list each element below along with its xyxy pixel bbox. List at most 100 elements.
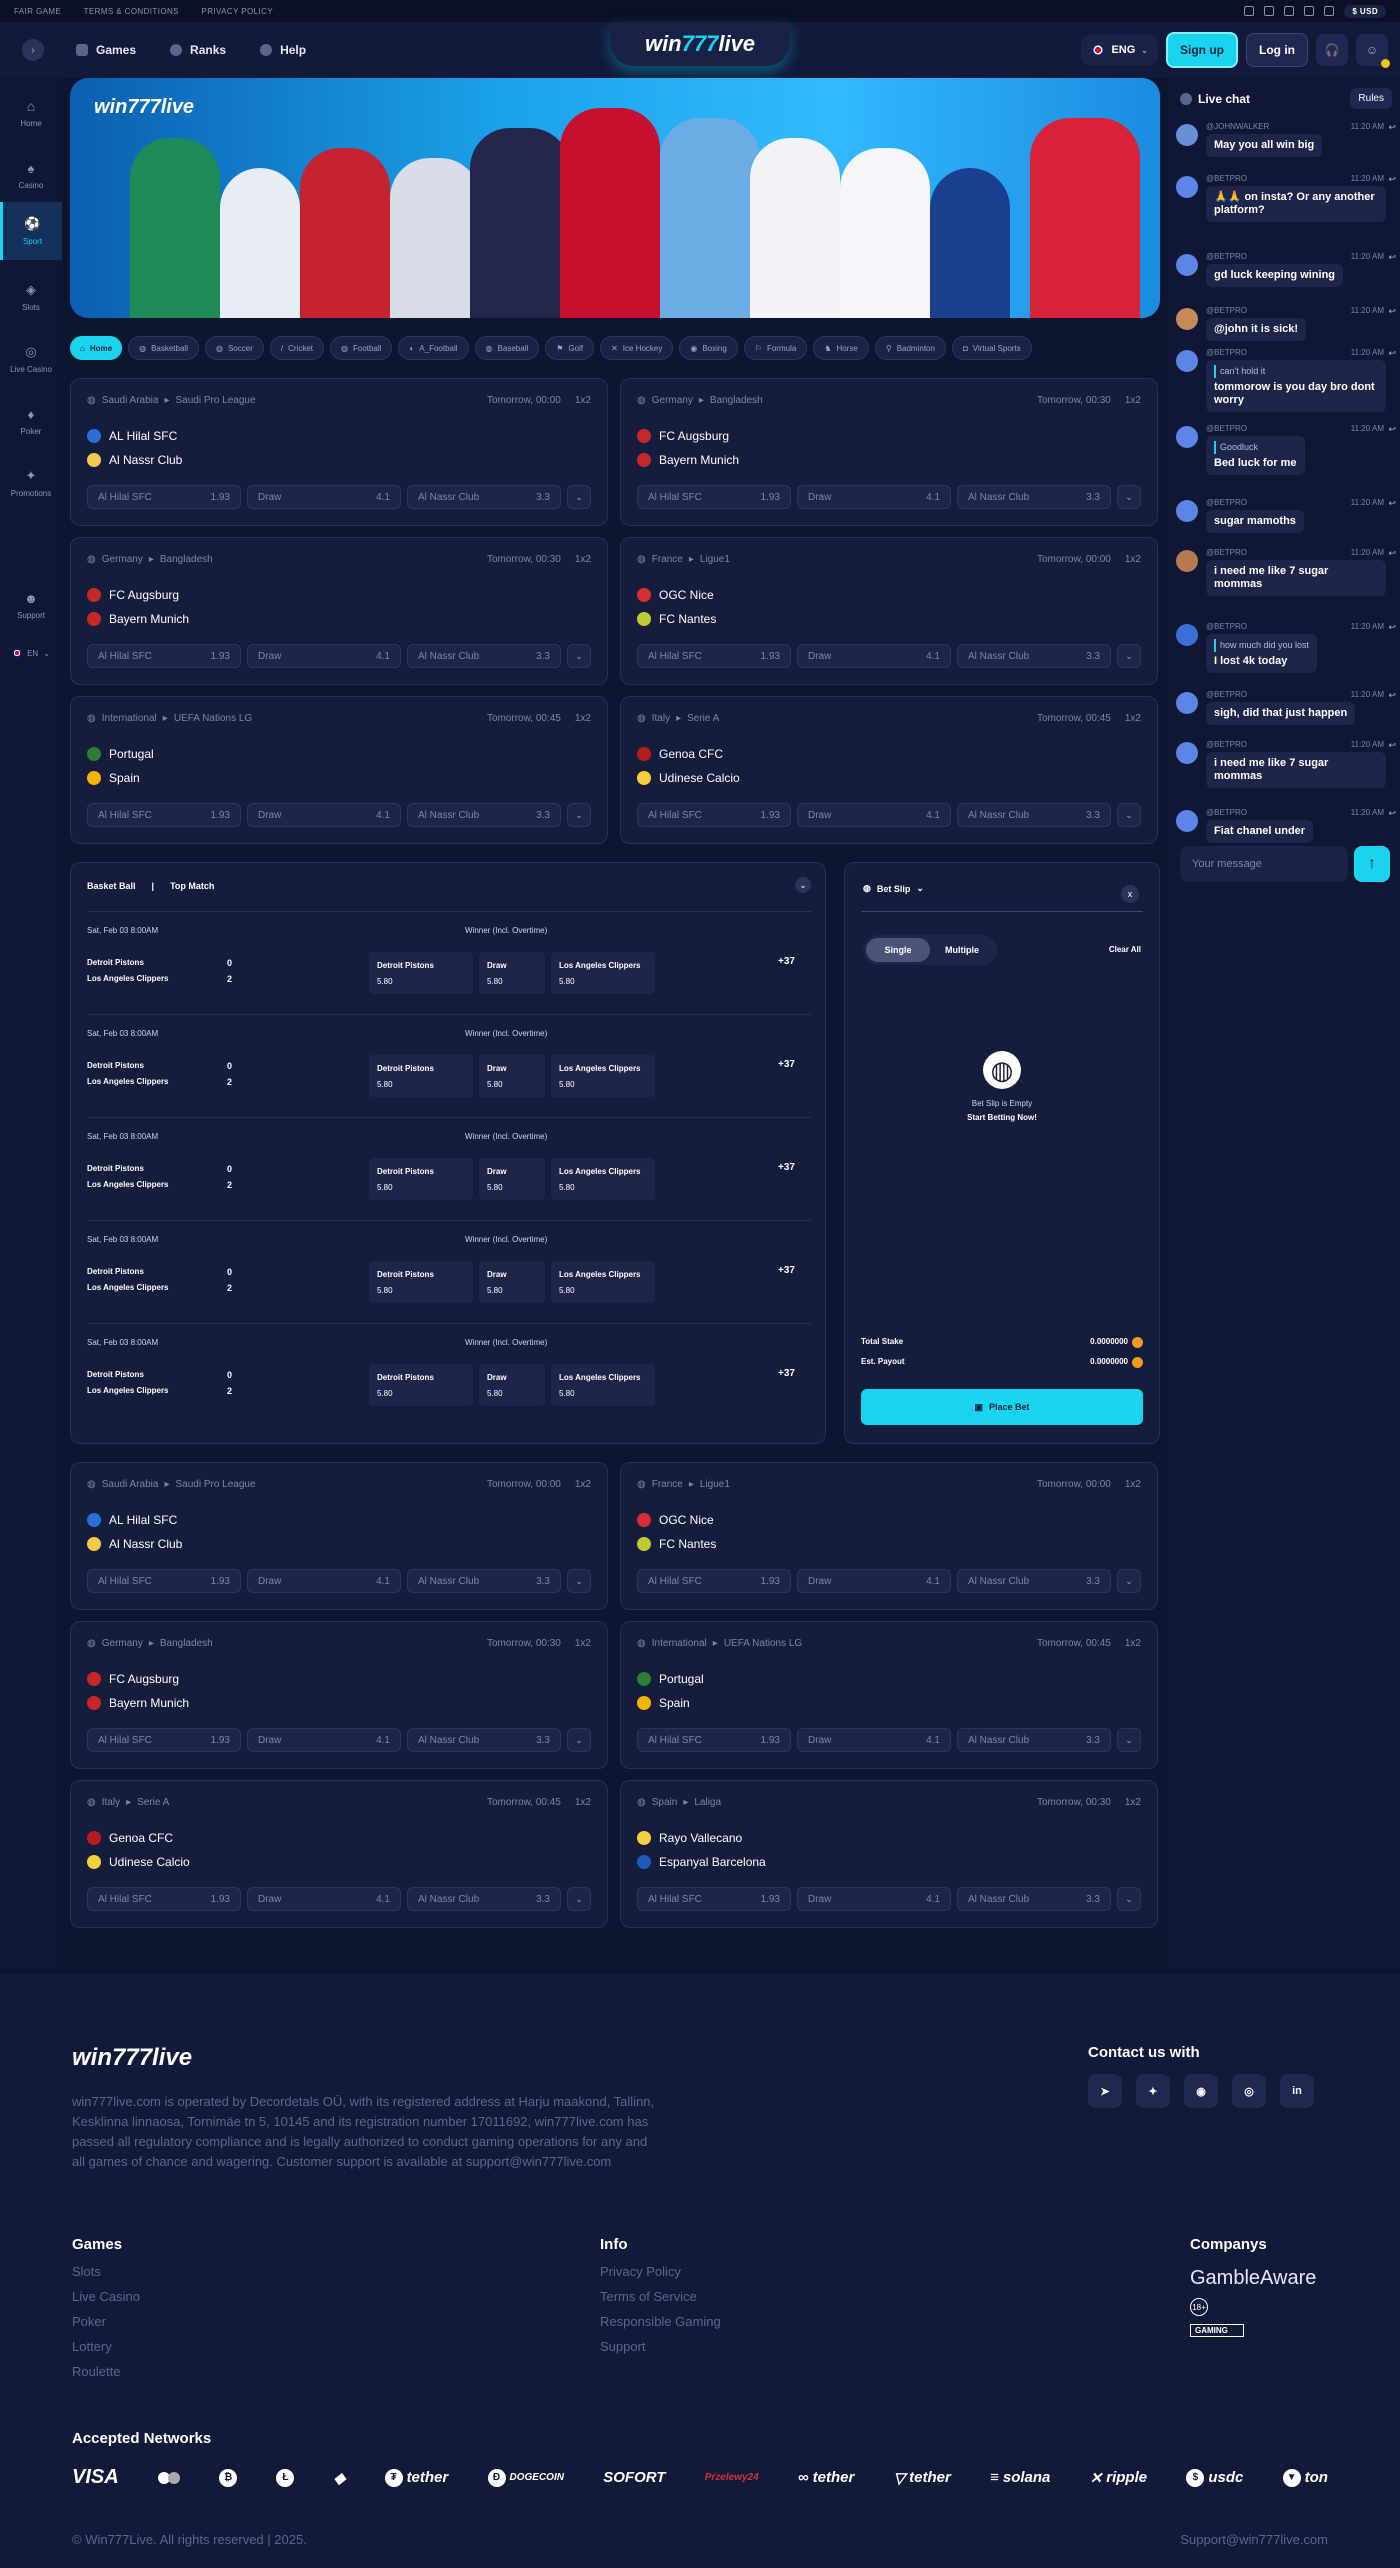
chevron-down-icon[interactable]: ⌄ bbox=[1117, 1887, 1141, 1911]
multiple-tab[interactable]: Multiple bbox=[930, 945, 994, 955]
odd-away-button[interactable]: Los Angeles Clippers 5.80 bbox=[551, 1261, 655, 1303]
odd-away-button[interactable]: Al Nassr Club 3.3 bbox=[407, 644, 561, 668]
reply-icon[interactable]: ↩ bbox=[1388, 122, 1396, 133]
hero-banner[interactable]: win777live bbox=[70, 78, 1160, 318]
chip-cricket[interactable]: / Cricket bbox=[269, 336, 324, 360]
bet-slip-header[interactable]: ◍ Bet Slip ⌄ bbox=[863, 883, 924, 894]
gaming-logo[interactable]: GAMING bbox=[1190, 2324, 1244, 2337]
odd-home-button[interactable]: Al Hilal SFC 1.93 bbox=[637, 1728, 791, 1752]
language-select[interactable]: ENG ⌄ bbox=[1081, 35, 1158, 65]
odd-draw-button[interactable]: Draw 4.1 bbox=[797, 803, 951, 827]
odd-home-button[interactable]: Al Hilal SFC 1.93 bbox=[637, 644, 791, 668]
odd-home-button[interactable]: Detroit Pistons 5.80 bbox=[369, 1158, 473, 1200]
odd-draw-button[interactable]: Draw 4.1 bbox=[797, 644, 951, 668]
privacy-link[interactable]: PRIVACY POLICY bbox=[202, 7, 274, 16]
chat-message-input[interactable]: Your message bbox=[1180, 846, 1348, 882]
headset-icon[interactable]: 🎧 bbox=[1316, 34, 1348, 66]
chip-formula[interactable]: ⚐ Formula bbox=[743, 336, 808, 360]
odd-draw-button[interactable]: Draw 4.1 bbox=[247, 485, 401, 509]
footer-logo[interactable]: win777live bbox=[72, 2044, 192, 2072]
chevron-down-icon[interactable]: ⌄ bbox=[1117, 485, 1141, 509]
odd-home-button[interactable]: Al Hilal SFC 1.93 bbox=[87, 803, 241, 827]
footer-link-lottery[interactable]: Lottery bbox=[72, 2334, 140, 2359]
chip-horse[interactable]: ♞ Horse bbox=[813, 336, 869, 360]
chevron-down-icon[interactable]: ⌄ bbox=[567, 803, 591, 827]
reply-icon[interactable]: ↩ bbox=[1388, 498, 1396, 509]
chevron-down-icon[interactable]: ⌄ bbox=[567, 485, 591, 509]
chip-a-football[interactable]: ◐ A_Football bbox=[398, 336, 469, 360]
chevron-down-icon[interactable]: ⌄ bbox=[567, 1728, 591, 1752]
support-email-link[interactable]: Support@win777live.com bbox=[1180, 2532, 1328, 2547]
fair-game-link[interactable]: FAIR GAME bbox=[14, 7, 61, 16]
chip-golf[interactable]: ⚑ Golf bbox=[545, 336, 595, 360]
odd-draw-button[interactable]: Draw 5.80 bbox=[479, 1055, 545, 1097]
nav-help[interactable]: Help bbox=[260, 43, 306, 57]
footer-link-terms[interactable]: Terms of Service bbox=[600, 2284, 721, 2309]
odd-draw-button[interactable]: Draw 4.1 bbox=[247, 1569, 401, 1593]
match-card[interactable]: ◍ Germany ▸ Bangladesh Tomorrow, 00:30 1x2 FC… bbox=[70, 537, 608, 685]
instagram-icon[interactable]: ◎ bbox=[1232, 2074, 1266, 2108]
chevron-down-icon[interactable]: ⌄ bbox=[1117, 1569, 1141, 1593]
odd-away-button[interactable]: Al Nassr Club 3.3 bbox=[407, 1569, 561, 1593]
more-markets-link[interactable]: +37 bbox=[778, 1368, 795, 1379]
sidebar-item-sport[interactable]: ⚽ Sport bbox=[0, 202, 62, 260]
discord-icon[interactable] bbox=[1324, 6, 1335, 16]
currency-select[interactable]: $ USD bbox=[1344, 4, 1386, 18]
odd-draw-button[interactable]: Draw 4.1 bbox=[247, 644, 401, 668]
odd-away-button[interactable]: Al Nassr Club 3.3 bbox=[957, 1569, 1111, 1593]
avatar[interactable]: ☺ bbox=[1356, 34, 1390, 68]
odd-home-button[interactable]: Detroit Pistons 5.80 bbox=[369, 1364, 473, 1406]
odd-away-button[interactable]: Los Angeles Clippers 5.80 bbox=[551, 1055, 655, 1097]
odd-draw-button[interactable]: Draw 5.80 bbox=[479, 952, 545, 994]
odd-away-button[interactable]: Los Angeles Clippers 5.80 bbox=[551, 952, 655, 994]
match-card[interactable]: ◍ Saudi Arabia ▸ Saudi Pro League Tomorrow, … bbox=[70, 1462, 608, 1610]
twitch-icon[interactable] bbox=[1304, 6, 1315, 16]
chevron-down-icon[interactable]: ⌄ bbox=[567, 1569, 591, 1593]
odd-draw-button[interactable]: Draw 5.80 bbox=[479, 1364, 545, 1406]
odd-away-button[interactable]: Los Angeles Clippers 5.80 bbox=[551, 1158, 655, 1200]
more-markets-link[interactable]: +37 bbox=[778, 956, 795, 967]
match-card[interactable]: ◍ Italy ▸ Serie A Tomorrow, 00:45 1x2 Genoa C… bbox=[70, 1780, 608, 1928]
login-button[interactable]: Log in bbox=[1246, 33, 1308, 67]
telegram-icon[interactable] bbox=[1264, 6, 1275, 16]
reply-icon[interactable]: ↩ bbox=[1388, 808, 1396, 819]
reply-icon[interactable]: ↩ bbox=[1388, 690, 1396, 701]
discord-icon[interactable]: ◉ bbox=[1184, 2074, 1218, 2108]
chip-virtual-sports[interactable]: ◘ Virtual Sports bbox=[951, 336, 1032, 360]
reply-icon[interactable]: ↩ bbox=[1388, 548, 1396, 559]
match-card[interactable]: ◍ International ▸ UEFA Nations LG Tomorrow, … bbox=[620, 1621, 1158, 1769]
sidebar-toggle-button[interactable]: › bbox=[22, 39, 44, 61]
match-card[interactable]: ◍ France ▸ Ligue1 Tomorrow, 00:00 1x2 OGC Nic… bbox=[620, 1462, 1158, 1610]
odd-home-button[interactable]: Al Hilal SFC 1.93 bbox=[87, 644, 241, 668]
reply-icon[interactable]: ↩ bbox=[1388, 174, 1396, 185]
nav-ranks[interactable]: Ranks bbox=[170, 43, 226, 57]
chevron-down-icon[interactable]: ⌄ bbox=[567, 644, 591, 668]
chevron-down-icon[interactable]: ⌄ bbox=[1117, 644, 1141, 668]
clear-all-button[interactable]: Clear All bbox=[1109, 945, 1141, 954]
tab-top-match[interactable]: Top Match bbox=[170, 881, 214, 891]
sidebar-item-live-casino[interactable]: ◎ Live Casino bbox=[0, 330, 62, 388]
odd-draw-button[interactable]: Draw 4.1 bbox=[797, 1887, 951, 1911]
odd-away-button[interactable]: Los Angeles Clippers 5.80 bbox=[551, 1364, 655, 1406]
match-card[interactable]: ◍ Italy ▸ Serie A Tomorrow, 00:45 1x2 Genoa C… bbox=[620, 696, 1158, 844]
odd-away-button[interactable]: Al Nassr Club 3.3 bbox=[407, 1887, 561, 1911]
odd-away-button[interactable]: Al Nassr Club 3.3 bbox=[957, 1728, 1111, 1752]
reply-icon[interactable]: ↩ bbox=[1388, 622, 1396, 633]
chip-baseball[interactable]: ◍ Baseball bbox=[474, 336, 540, 360]
odd-home-button[interactable]: Al Hilal SFC 1.93 bbox=[637, 803, 791, 827]
more-markets-link[interactable]: +37 bbox=[778, 1059, 795, 1070]
odd-draw-button[interactable]: Draw 4.1 bbox=[797, 1728, 951, 1752]
reply-icon[interactable]: ↩ bbox=[1388, 424, 1396, 435]
single-tab[interactable]: Single bbox=[866, 938, 930, 962]
odd-draw-button[interactable]: Draw 4.1 bbox=[797, 1569, 951, 1593]
chip-soccer[interactable]: ◍ Soccer bbox=[204, 336, 264, 360]
odd-home-button[interactable]: Al Hilal SFC 1.93 bbox=[637, 1887, 791, 1911]
chevron-down-icon[interactable]: ⌄ bbox=[1117, 1728, 1141, 1752]
sidebar-item-promotions[interactable]: ✦ Promotions bbox=[0, 454, 62, 512]
odd-home-button[interactable]: Al Hilal SFC 1.93 bbox=[87, 1728, 241, 1752]
instagram-icon[interactable] bbox=[1244, 6, 1255, 16]
odd-away-button[interactable]: Al Nassr Club 3.3 bbox=[957, 485, 1111, 509]
reply-icon[interactable]: ↩ bbox=[1388, 252, 1396, 263]
odd-home-button[interactable]: Detroit Pistons 5.80 bbox=[369, 1055, 473, 1097]
place-bet-button[interactable]: ▣ Place Bet bbox=[861, 1389, 1143, 1425]
